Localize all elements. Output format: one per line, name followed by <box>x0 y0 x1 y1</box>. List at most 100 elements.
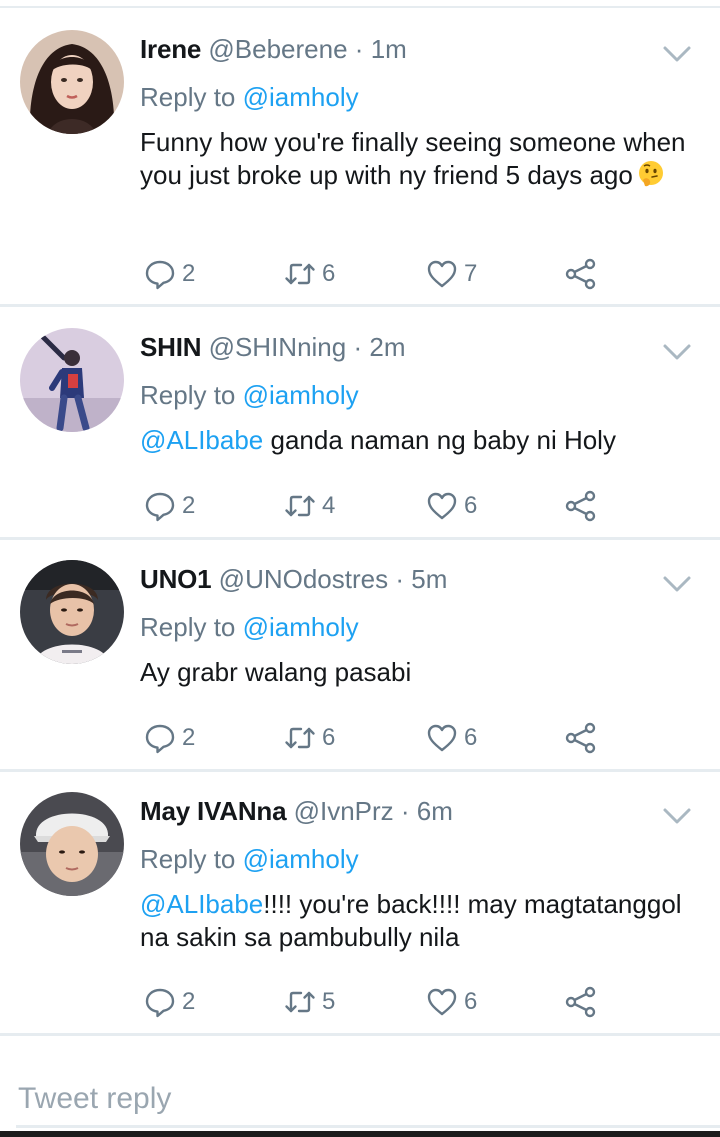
input-underline <box>16 1125 720 1128</box>
like-button[interactable]: 6 <box>426 718 477 758</box>
user-handle[interactable]: @Beberene <box>208 34 347 64</box>
avatar[interactable] <box>20 792 124 896</box>
timestamp: 5m <box>411 564 448 594</box>
like-count: 6 <box>464 988 478 1015</box>
share-button[interactable] <box>564 254 598 294</box>
retweet-icon <box>285 263 315 285</box>
reply-to-handle[interactable]: @iamholy <box>243 844 359 874</box>
bottom-bar <box>0 1131 720 1137</box>
tweet-header: UNO1 @UNOdostres · 5m <box>140 562 447 596</box>
reply-to-handle[interactable]: @iamholy <box>243 612 359 642</box>
user-handle[interactable]: @IvnPrz <box>294 796 394 826</box>
like-button[interactable]: 6 <box>426 486 477 526</box>
avatar[interactable] <box>20 560 124 664</box>
tweet-text: Ay grabr walang pasabi <box>140 656 700 689</box>
tweet-body: ganda naman ng baby ni Holy <box>263 425 616 455</box>
user-handle[interactable]: @UNOdostres <box>219 564 388 594</box>
reply-icon <box>145 260 175 290</box>
tweet-body: Funny how you're finally seeing someone … <box>140 127 686 190</box>
reply-to-line: Reply to @iamholy <box>140 842 359 876</box>
tweet-actions: 2 6 6 <box>140 718 620 758</box>
retweet-button[interactable]: 5 <box>284 982 335 1022</box>
tweet-actions: 2 5 6 <box>140 982 620 1022</box>
like-count: 6 <box>464 724 478 751</box>
top-divider <box>0 0 720 8</box>
reply-button[interactable]: 2 <box>144 486 195 526</box>
tweet-reply-input[interactable]: Tweet reply <box>18 1082 171 1116</box>
share-button[interactable] <box>564 718 598 758</box>
timestamp: 2m <box>369 332 406 362</box>
reply-count: 2 <box>182 724 196 751</box>
share-icon <box>565 258 596 290</box>
share-icon <box>565 722 596 754</box>
timestamp: 1m <box>370 34 407 64</box>
reply-icon <box>145 724 175 754</box>
reply-to-line: Reply to @iamholy <box>140 610 359 644</box>
reply-to-handle[interactable]: @iamholy <box>243 380 359 410</box>
display-name[interactable]: Irene <box>140 34 201 64</box>
display-name[interactable]: UNO1 <box>140 564 212 594</box>
reply-icon <box>145 492 175 522</box>
mention-link[interactable]: @ALIbabe <box>140 889 263 919</box>
tweet-item[interactable]: SHIN @SHINning · 2m Reply to @iamholy @A… <box>0 308 720 540</box>
tweet-header: May IVANna @IvnPrz · 6m <box>140 794 453 828</box>
like-button[interactable]: 6 <box>426 982 477 1022</box>
like-count: 6 <box>464 492 478 519</box>
tweet-item[interactable]: UNO1 @UNOdostres · 5m Reply to @iamholy … <box>0 540 720 772</box>
tweet-item[interactable]: Irene @Beberene · 1m Reply to @iamholy F… <box>0 10 720 307</box>
retweet-button[interactable]: 6 <box>284 718 335 758</box>
reply-count: 2 <box>182 492 196 519</box>
reply-count: 2 <box>182 988 196 1015</box>
reply-button[interactable]: 2 <box>144 718 195 758</box>
reply-icon <box>145 988 175 1018</box>
share-icon <box>565 490 596 522</box>
share-button[interactable] <box>564 982 598 1022</box>
like-icon <box>427 492 457 520</box>
like-icon <box>427 724 457 752</box>
thinking-face-icon <box>638 161 663 187</box>
reply-button[interactable]: 2 <box>144 254 195 294</box>
retweet-icon <box>285 727 315 749</box>
separator-dot: · <box>400 796 410 826</box>
retweet-count: 6 <box>322 724 336 751</box>
chevron-down-icon[interactable] <box>662 806 692 826</box>
reply-to-handle[interactable]: @iamholy <box>243 82 359 112</box>
like-icon <box>427 988 457 1016</box>
retweet-button[interactable]: 6 <box>284 254 335 294</box>
separator-dot: · <box>353 332 363 362</box>
user-handle[interactable]: @SHINning <box>209 332 347 362</box>
like-icon <box>427 260 457 288</box>
tweet-actions: 2 6 7 <box>140 254 620 294</box>
separator-dot: · <box>354 34 364 64</box>
avatar[interactable] <box>20 328 124 432</box>
mention-link[interactable]: @ALIbabe <box>140 425 263 455</box>
tweet-header: Irene @Beberene · 1m <box>140 32 407 66</box>
tweet-text: @ALIbabe!!!! you're back!!!! may magtata… <box>140 888 700 954</box>
reply-to-prefix: Reply to <box>140 844 236 874</box>
separator-dot: · <box>395 564 405 594</box>
retweet-button[interactable]: 4 <box>284 486 335 526</box>
display-name[interactable]: May IVANna <box>140 796 287 826</box>
like-count: 7 <box>464 260 478 287</box>
share-icon <box>565 986 596 1018</box>
chevron-down-icon[interactable] <box>662 574 692 594</box>
share-button[interactable] <box>564 486 598 526</box>
retweet-count: 5 <box>322 988 336 1015</box>
reply-button[interactable]: 2 <box>144 982 195 1022</box>
tweet-body: Ay grabr walang pasabi <box>140 657 412 687</box>
chevron-down-icon[interactable] <box>662 44 692 64</box>
reply-composer[interactable]: Tweet reply <box>0 1060 720 1137</box>
reply-count: 2 <box>182 260 196 287</box>
tweet-header: SHIN @SHINning · 2m <box>140 330 406 364</box>
reply-to-prefix: Reply to <box>140 380 236 410</box>
reply-to-line: Reply to @iamholy <box>140 80 359 114</box>
chevron-down-icon[interactable] <box>662 342 692 362</box>
avatar[interactable] <box>20 30 124 134</box>
reply-to-prefix: Reply to <box>140 82 236 112</box>
retweet-icon <box>285 991 315 1013</box>
tweet-item[interactable]: May IVANna @IvnPrz · 6m Reply to @iamhol… <box>0 772 720 1036</box>
tweet-text: Funny how you're finally seeing someone … <box>140 126 700 192</box>
display-name[interactable]: SHIN <box>140 332 202 362</box>
retweet-icon <box>285 495 315 517</box>
like-button[interactable]: 7 <box>426 254 477 294</box>
